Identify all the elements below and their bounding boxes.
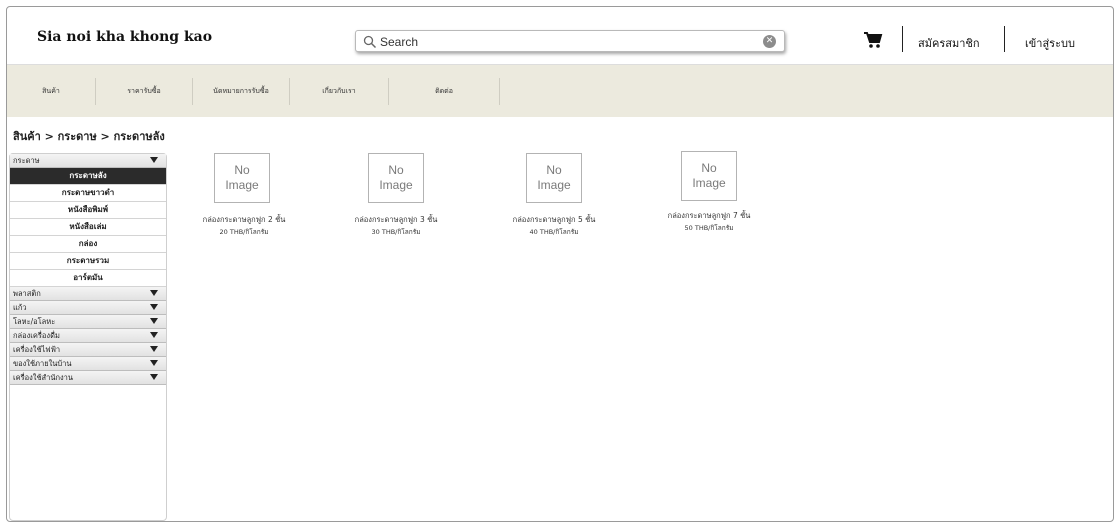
category-glass[interactable]: แก้ว: [10, 301, 166, 315]
category-label: กระดาษ: [13, 156, 40, 165]
product-name: กล่องกระดาษลูกฟูก 2 ชั้น: [202, 215, 286, 224]
category-label: แก้ว: [13, 303, 27, 312]
category-paper[interactable]: กระดาษ: [10, 154, 166, 168]
chevron-down-icon: [150, 157, 158, 163]
nav-divider: [499, 78, 500, 105]
product-image-placeholder: No Image: [681, 151, 737, 201]
category-plastic[interactable]: พลาสติก: [10, 287, 166, 301]
main-nav: สินค้า ราคารับซื้อ นัดหมายการรับซื้อ เกี…: [7, 64, 1113, 117]
breadcrumb: สินค้า > กระดาษ > กระดาษลัง: [13, 130, 165, 143]
subcategory-item[interactable]: หนังสือเล่ม: [10, 219, 166, 236]
search-icon: [363, 35, 377, 49]
brand-logo-text[interactable]: Sia noi kha khong kao: [37, 29, 212, 45]
chevron-down-icon: [150, 346, 158, 352]
product-image-placeholder: No Image: [526, 153, 582, 203]
product-name: กล่องกระดาษลูกฟูก 5 ชั้น: [512, 215, 596, 224]
placeholder-text: Image: [225, 178, 259, 192]
category-office[interactable]: เครื่องใช้สำนักงาน: [10, 371, 166, 385]
nav-item-products[interactable]: สินค้า: [7, 65, 95, 118]
chevron-down-icon: [150, 332, 158, 338]
register-link[interactable]: สมัครสมาชิก: [918, 34, 980, 52]
clear-search-icon[interactable]: ✕: [763, 35, 776, 48]
category-electronics[interactable]: เครื่องใช้ไฟฟ้า: [10, 343, 166, 357]
subcategory-item[interactable]: หนังสือพิมพ์: [10, 202, 166, 219]
placeholder-text: No: [546, 163, 562, 177]
category-beverage-box[interactable]: กล่องเครื่องดื่ม: [10, 329, 166, 343]
product-price: 50 THB/กิโลกรัม: [684, 224, 734, 232]
page-frame: Sia noi kha khong kao ✕ สมัครสมาชิก เข้า…: [6, 6, 1114, 522]
category-label: ของใช้ภายในบ้าน: [13, 359, 72, 368]
category-sidebar: กระดาษ กระดาษลัง กระดาษขาวดำ หนังสือพิมพ…: [9, 153, 167, 521]
nav-item-buy-price[interactable]: ราคารับซื้อ: [96, 65, 192, 118]
chevron-down-icon: [150, 290, 158, 296]
nav-item-contact[interactable]: ติดต่อ: [389, 65, 499, 118]
category-label: เครื่องใช้สำนักงาน: [13, 373, 73, 382]
product-name: กล่องกระดาษลูกฟูก 3 ชั้น: [354, 215, 438, 224]
category-metal[interactable]: โลหะ/อโลหะ: [10, 315, 166, 329]
subcategory-item[interactable]: กระดาษขาวดำ: [10, 185, 166, 202]
product-name: กล่องกระดาษลูกฟูก 7 ชั้น: [667, 211, 751, 220]
subcategory-item[interactable]: กระดาษรวม: [10, 253, 166, 270]
nav-item-about[interactable]: เกี่ยวกับเรา: [290, 65, 388, 118]
nav-item-appointment[interactable]: นัดหมายการรับซื้อ: [193, 65, 289, 118]
subcategory-item[interactable]: อาร์ตมัน: [10, 270, 166, 287]
chevron-down-icon: [150, 374, 158, 380]
subcategory-item[interactable]: กระดาษลัง: [10, 168, 166, 185]
product-price: 30 THB/กิโลกรัม: [371, 228, 421, 236]
search-box[interactable]: ✕: [355, 30, 785, 52]
chevron-down-icon: [150, 318, 158, 324]
product-price: 20 THB/กิโลกรัม: [219, 228, 269, 236]
placeholder-text: Image: [537, 178, 571, 192]
header-separator: [902, 26, 903, 52]
chevron-down-icon: [150, 304, 158, 310]
product-image-placeholder: No Image: [214, 153, 270, 203]
placeholder-text: Image: [692, 176, 726, 190]
category-label: กล่องเครื่องดื่ม: [13, 331, 60, 340]
category-label: เครื่องใช้ไฟฟ้า: [13, 345, 61, 354]
placeholder-text: No: [388, 163, 404, 177]
cart-icon[interactable]: [863, 31, 883, 49]
placeholder-text: No: [701, 161, 717, 175]
product-image-placeholder: No Image: [368, 153, 424, 203]
category-label: พลาสติก: [13, 289, 41, 298]
chevron-down-icon: [150, 360, 158, 366]
search-input[interactable]: [380, 33, 760, 50]
placeholder-text: Image: [379, 178, 413, 192]
login-link[interactable]: เข้าสู่ระบบ: [1025, 34, 1075, 52]
header-separator: [1004, 26, 1005, 52]
placeholder-text: No: [234, 163, 250, 177]
header: Sia noi kha khong kao ✕ สมัครสมาชิก เข้า…: [7, 7, 1113, 63]
product-price: 40 THB/กิโลกรัม: [529, 228, 579, 236]
category-household[interactable]: ของใช้ภายในบ้าน: [10, 357, 166, 371]
subcategory-item[interactable]: กล่อง: [10, 236, 166, 253]
category-label: โลหะ/อโลหะ: [13, 317, 56, 326]
